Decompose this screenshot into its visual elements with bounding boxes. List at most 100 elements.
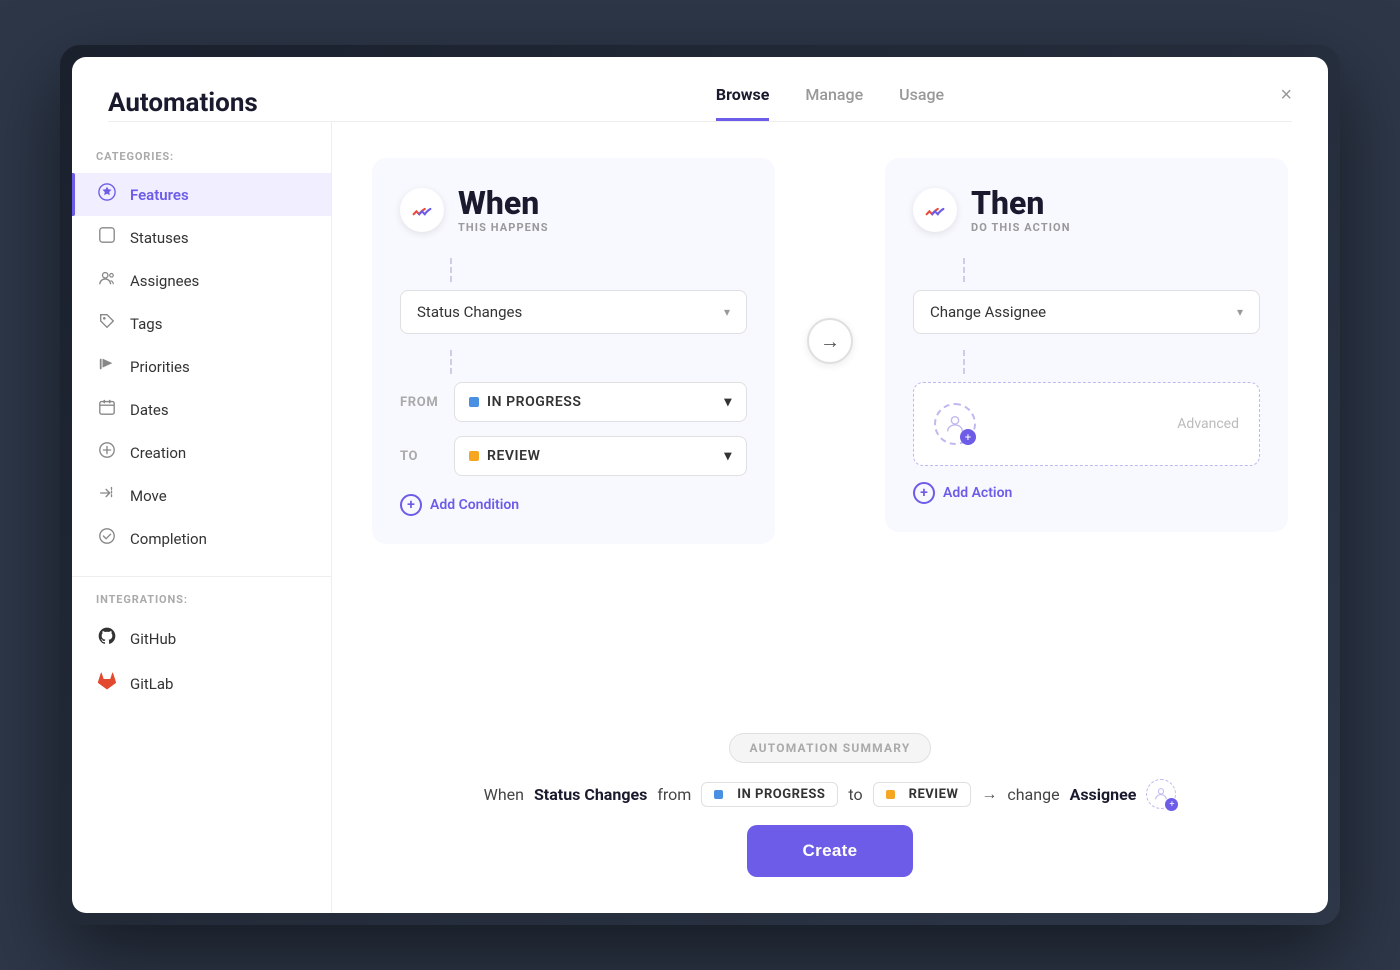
summary-from-word: from — [657, 785, 691, 804]
tab-browse[interactable]: Browse — [716, 85, 769, 121]
summary-text: When Status Changes from IN PROGRESS to … — [484, 779, 1177, 809]
modal-wrapper: Automations Browse Manage Usage × CATEGO… — [60, 45, 1340, 925]
features-label: Features — [130, 186, 189, 204]
when-panel-logo — [400, 188, 444, 232]
dashed-connector-assignee — [963, 350, 1260, 374]
to-chevron-icon: ▾ — [724, 448, 732, 464]
summary-action-word: change — [1007, 785, 1059, 804]
sidebar-item-move[interactable]: Move — [72, 474, 331, 517]
priorities-label: Priorities — [130, 358, 190, 376]
assignee-area: + Advanced — [913, 382, 1260, 466]
from-status-label: IN PROGRESS — [487, 394, 582, 410]
priorities-icon — [96, 355, 118, 378]
from-status-dot — [469, 397, 479, 407]
categories-label: CATEGORIES: — [72, 150, 331, 163]
sidebar-item-priorities[interactable]: Priorities — [72, 345, 331, 388]
sidebar-item-tags[interactable]: Tags — [72, 302, 331, 345]
arrow-connector: → — [807, 318, 853, 364]
assignees-label: Assignees — [130, 272, 199, 290]
action-dropdown[interactable]: Change Assignee ▾ — [913, 290, 1260, 334]
creation-icon — [96, 441, 118, 464]
sidebar: CATEGORIES: Features — [72, 122, 332, 913]
create-button[interactable]: Create — [747, 825, 914, 877]
statuses-label: Statuses — [130, 229, 189, 247]
sidebar-item-github[interactable]: GitHub — [72, 616, 331, 661]
add-action-plus-icon: + — [913, 482, 935, 504]
summary-assignee-avatar: + — [1146, 779, 1176, 809]
trigger-dropdown[interactable]: Status Changes ▾ — [400, 290, 747, 334]
creation-label: Creation — [130, 444, 186, 462]
summary-to-badge: REVIEW — [873, 782, 972, 807]
to-status-dropdown[interactable]: REVIEW ▾ — [454, 436, 747, 476]
summary-from-status: IN PROGRESS — [737, 787, 825, 802]
sidebar-item-dates[interactable]: Dates — [72, 388, 331, 431]
when-panel: When THIS HAPPENS Status Changes ▾ FROM — [372, 158, 775, 544]
assignee-avatar[interactable]: + — [934, 403, 976, 445]
main-content: When THIS HAPPENS Status Changes ▾ FROM — [332, 122, 1328, 913]
sidebar-item-statuses[interactable]: Statuses — [72, 216, 331, 259]
dates-label: Dates — [130, 401, 169, 419]
to-row: TO REVIEW ▾ — [400, 436, 747, 476]
statuses-icon — [96, 226, 118, 249]
summary-from-dot — [714, 790, 723, 799]
sidebar-item-assignees[interactable]: Assignees — [72, 259, 331, 302]
summary-when-word: When — [484, 785, 524, 804]
dashed-connector-when — [450, 258, 747, 282]
add-action-btn[interactable]: + Add Action — [913, 482, 1260, 504]
summary-to-status: REVIEW — [909, 787, 959, 802]
tabs: Browse Manage Usage — [368, 85, 1292, 121]
arrow-button[interactable]: → — [807, 318, 853, 364]
modal: Automations Browse Manage Usage × CATEGO… — [72, 57, 1328, 913]
action-chevron-icon: ▾ — [1237, 305, 1243, 319]
from-label: FROM — [400, 395, 442, 410]
to-label: TO — [400, 449, 442, 464]
modal-header: Automations Browse Manage Usage × — [72, 57, 1328, 121]
github-label: GitHub — [130, 630, 176, 648]
trigger-chevron-icon: ▾ — [724, 305, 730, 319]
add-condition-btn[interactable]: + Add Condition — [400, 494, 747, 516]
add-action-label: Add Action — [943, 485, 1012, 501]
advanced-link[interactable]: Advanced — [1177, 416, 1239, 432]
then-panel-logo — [913, 188, 957, 232]
action-label: Change Assignee — [930, 303, 1046, 321]
summary-from-badge: IN PROGRESS — [701, 782, 838, 807]
summary-trigger-bold: Status Changes — [534, 785, 647, 804]
to-status-label: REVIEW — [487, 448, 540, 464]
tags-icon — [96, 312, 118, 335]
github-icon — [96, 626, 118, 651]
add-condition-label: Add Condition — [430, 497, 519, 513]
tab-manage[interactable]: Manage — [805, 85, 863, 121]
summary-to-dot — [886, 790, 895, 799]
sidebar-divider — [72, 576, 331, 577]
sidebar-item-features[interactable]: Features — [72, 173, 331, 216]
move-label: Move — [130, 487, 167, 505]
when-title-block: When THIS HAPPENS — [458, 186, 549, 234]
add-condition-plus-icon: + — [400, 494, 422, 516]
to-status-dot — [469, 451, 479, 461]
tab-usage[interactable]: Usage — [899, 85, 944, 121]
assignees-icon — [96, 269, 118, 292]
dates-icon — [96, 398, 118, 421]
modal-title: Automations — [108, 88, 368, 118]
then-panel-header: Then DO THIS ACTION — [913, 186, 1260, 234]
builder-row: When THIS HAPPENS Status Changes ▾ FROM — [372, 158, 1288, 544]
from-row: FROM IN PROGRESS ▾ — [400, 382, 747, 422]
when-sub-title: THIS HAPPENS — [458, 221, 549, 234]
summary-plus-icon: + — [1165, 798, 1178, 811]
close-button[interactable]: × — [1280, 85, 1292, 105]
gitlab-icon — [96, 671, 118, 696]
sidebar-item-gitlab[interactable]: GitLab — [72, 661, 331, 706]
assignee-plus-icon: + — [960, 429, 976, 445]
then-title-block: Then DO THIS ACTION — [971, 186, 1071, 234]
then-sub-title: DO THIS ACTION — [971, 221, 1071, 234]
from-status-dropdown[interactable]: IN PROGRESS ▾ — [454, 382, 747, 422]
sidebar-item-completion[interactable]: Completion — [72, 517, 331, 560]
summary-label: AUTOMATION SUMMARY — [729, 733, 932, 763]
completion-label: Completion — [130, 530, 207, 548]
then-main-title: Then — [971, 186, 1071, 221]
dashed-connector-then — [963, 258, 1260, 282]
when-main-title: When — [458, 186, 549, 221]
trigger-label: Status Changes — [417, 303, 522, 321]
sidebar-item-creation[interactable]: Creation — [72, 431, 331, 474]
summary-section: AUTOMATION SUMMARY When Status Changes f… — [372, 709, 1288, 877]
